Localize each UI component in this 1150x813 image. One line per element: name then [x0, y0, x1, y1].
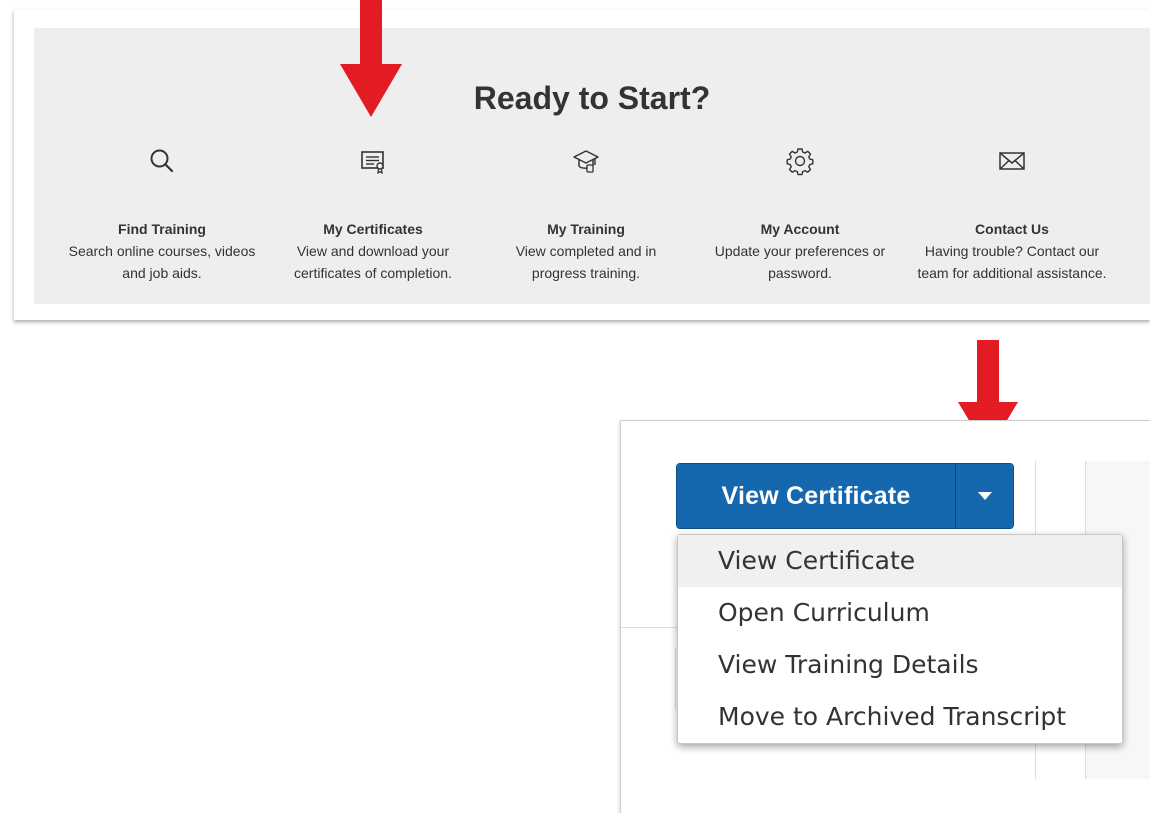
feature-desc-line: progress training.	[531, 265, 641, 281]
ready-to-start-card: Ready to Start? Find Training Search onl…	[14, 10, 1150, 320]
gear-icon	[786, 148, 814, 176]
menu-item-view-training-details[interactable]: View Training Details	[678, 639, 1122, 691]
caret-down-icon	[977, 492, 992, 500]
feature-desc-line: Search online courses, videos	[68, 243, 256, 259]
feature-my-account[interactable]: My Account Update your preferences or pa…	[702, 146, 898, 284]
feature-title: Find Training	[118, 221, 206, 237]
feature-title: My Training	[547, 221, 625, 237]
view-certificate-split-button: View Certificate	[676, 463, 1014, 529]
view-certificate-button[interactable]: View Certificate	[677, 464, 955, 528]
feature-desc-line: certificates of completion.	[294, 265, 452, 281]
red-arrow-icon	[340, 0, 402, 117]
envelope-icon	[999, 152, 1025, 170]
dropdown-toggle-button[interactable]	[955, 464, 1013, 528]
feature-find-training[interactable]: Find Training Search online courses, vid…	[64, 146, 260, 284]
feature-desc-line: Update your preferences or	[714, 243, 886, 259]
panel-title: Ready to Start?	[473, 80, 711, 116]
graduation-cap-icon	[573, 150, 599, 173]
feature-title: My Certificates	[323, 221, 423, 237]
feature-desc-line: and job aids.	[122, 265, 202, 281]
feature-desc-line: View and download your	[296, 243, 450, 259]
feature-title: My Account	[760, 221, 840, 237]
feature-desc-line: View completed and in	[515, 243, 657, 259]
menu-item-view-certificate[interactable]: View Certificate	[678, 535, 1122, 587]
divider	[621, 627, 677, 628]
divider	[675, 649, 676, 709]
certificate-icon	[361, 151, 384, 175]
ready-to-start-panel: Ready to Start? Find Training Search onl…	[34, 28, 1150, 304]
feature-my-training[interactable]: My Training View completed and in progre…	[488, 146, 684, 284]
search-icon	[150, 149, 174, 173]
training-action-card: View Certificate View Certificate Open C…	[620, 420, 1150, 813]
feature-contact-us[interactable]: Contact Us Having trouble? Contact our t…	[914, 146, 1110, 284]
actions-dropdown-menu: View Certificate Open Curriculum View Tr…	[677, 534, 1123, 744]
feature-desc-line: Having trouble? Contact our	[924, 243, 1100, 259]
menu-item-open-curriculum[interactable]: Open Curriculum	[678, 587, 1122, 639]
menu-item-move-to-archived-transcript[interactable]: Move to Archived Transcript	[678, 691, 1122, 743]
feature-title: Contact Us	[975, 221, 1049, 237]
feature-desc-line: password.	[768, 265, 832, 281]
feature-desc-line: team for additional assistance.	[917, 265, 1107, 281]
feature-my-certificates[interactable]: My Certificates View and download your c…	[275, 146, 471, 284]
screenshot-stage: Ready to Start? Find Training Search onl…	[0, 0, 1150, 813]
